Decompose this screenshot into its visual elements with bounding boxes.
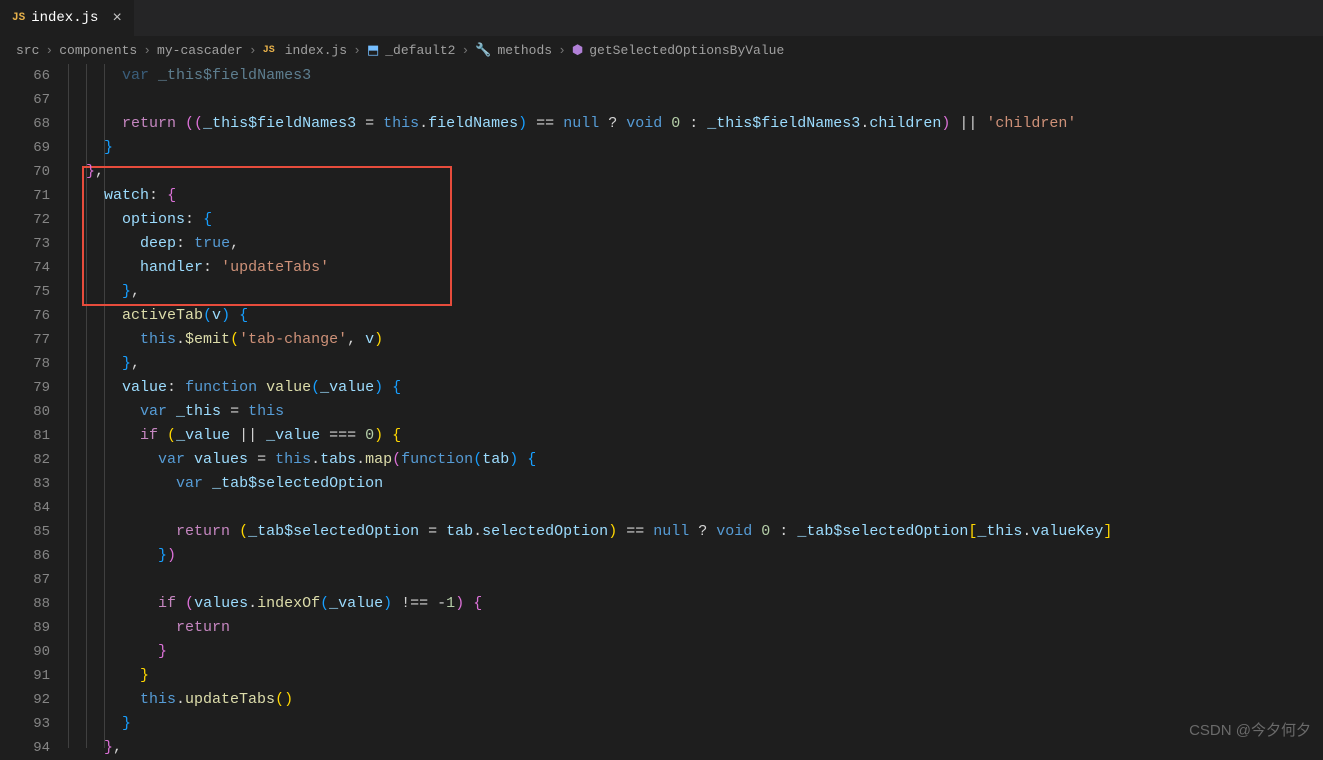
chevron-right-icon: ›: [558, 43, 566, 58]
line-number: 68: [0, 112, 50, 136]
tab-bar: JS index.js ×: [0, 0, 1323, 36]
code-line: [68, 88, 1323, 112]
line-number: 91: [0, 664, 50, 688]
line-number: 74: [0, 256, 50, 280]
line-number: 79: [0, 376, 50, 400]
code-line: },: [68, 280, 1323, 304]
scrollbar[interactable]: [1309, 64, 1323, 748]
line-number: 90: [0, 640, 50, 664]
close-icon[interactable]: ×: [112, 10, 122, 26]
line-number: 76: [0, 304, 50, 328]
line-number: 73: [0, 232, 50, 256]
code-line: return ((_this$fieldNames3 = this.fieldN…: [68, 112, 1323, 136]
tab-active[interactable]: JS index.js ×: [0, 0, 135, 36]
chevron-right-icon: ›: [143, 43, 151, 58]
code-line: },: [68, 352, 1323, 376]
code-line: },: [68, 160, 1323, 184]
line-number: 66: [0, 64, 50, 88]
line-number: 88: [0, 592, 50, 616]
chevron-right-icon: ›: [461, 43, 469, 58]
line-number: 92: [0, 688, 50, 712]
line-number: 93: [0, 712, 50, 736]
code-line: }: [68, 712, 1323, 736]
line-number: 77: [0, 328, 50, 352]
code-line: var values = this.tabs.map(function(tab)…: [68, 448, 1323, 472]
code-content[interactable]: var _this$fieldNames3 return ((_this$fie…: [68, 64, 1323, 748]
line-number: 86: [0, 544, 50, 568]
line-number: 87: [0, 568, 50, 592]
line-number: 78: [0, 352, 50, 376]
line-number: 72: [0, 208, 50, 232]
line-number: 94: [0, 736, 50, 760]
breadcrumb-item[interactable]: methods: [497, 43, 552, 58]
editor[interactable]: 66 67 68 69 70 71 72 73 74 75 76 77 78 7…: [0, 64, 1323, 748]
code-line: this.$emit('tab-change', v): [68, 328, 1323, 352]
breadcrumb-item[interactable]: index.js: [285, 43, 347, 58]
line-number: 89: [0, 616, 50, 640]
code-line: value: function value(_value) {: [68, 376, 1323, 400]
code-line: var _this = this: [68, 400, 1323, 424]
line-number: 70: [0, 160, 50, 184]
cube-icon: ⬢: [572, 43, 583, 58]
line-number: 80: [0, 400, 50, 424]
line-number: 81: [0, 424, 50, 448]
breadcrumb-item[interactable]: getSelectedOptionsByValue: [589, 43, 784, 58]
code-line: if (_value || _value === 0) {: [68, 424, 1323, 448]
line-number: 67: [0, 88, 50, 112]
code-line: }: [68, 640, 1323, 664]
breadcrumb-item[interactable]: my-cascader: [157, 43, 243, 58]
line-number: 83: [0, 472, 50, 496]
js-file-icon: JS: [12, 12, 25, 24]
code-line: return (_tab$selectedOption = tab.select…: [68, 520, 1323, 544]
code-line: return: [68, 616, 1323, 640]
line-number: 84: [0, 496, 50, 520]
line-number: 85: [0, 520, 50, 544]
code-line: [68, 496, 1323, 520]
chevron-right-icon: ›: [353, 43, 361, 58]
code-line: [68, 568, 1323, 592]
code-line: handler: 'updateTabs': [68, 256, 1323, 280]
breadcrumb: src › components › my-cascader › JS inde…: [0, 36, 1323, 64]
code-line: activeTab(v) {: [68, 304, 1323, 328]
code-line: }): [68, 544, 1323, 568]
line-number: 69: [0, 136, 50, 160]
code-line: var _tab$selectedOption: [68, 472, 1323, 496]
js-file-icon: JS: [263, 45, 275, 56]
line-gutter: 66 67 68 69 70 71 72 73 74 75 76 77 78 7…: [0, 64, 68, 748]
method-icon: 🔧: [475, 43, 491, 58]
watermark: CSDN @今夕何夕: [1189, 719, 1311, 740]
breadcrumb-item[interactable]: components: [59, 43, 137, 58]
variable-icon: ⬒: [367, 43, 379, 58]
line-number: 71: [0, 184, 50, 208]
code-line: options: {: [68, 208, 1323, 232]
chevron-right-icon: ›: [249, 43, 257, 58]
code-line: if (values.indexOf(_value) !== -1) {: [68, 592, 1323, 616]
code-line: }: [68, 664, 1323, 688]
code-line: var _this$fieldNames3: [68, 64, 1323, 88]
code-line: this.updateTabs(): [68, 688, 1323, 712]
line-number: 82: [0, 448, 50, 472]
line-number: 75: [0, 280, 50, 304]
code-line: },: [68, 736, 1323, 760]
breadcrumb-item[interactable]: _default2: [385, 43, 455, 58]
code-line: watch: {: [68, 184, 1323, 208]
code-line: }: [68, 136, 1323, 160]
code-line: deep: true,: [68, 232, 1323, 256]
chevron-right-icon: ›: [45, 43, 53, 58]
breadcrumb-item[interactable]: src: [16, 43, 39, 58]
tab-filename: index.js: [31, 10, 98, 26]
